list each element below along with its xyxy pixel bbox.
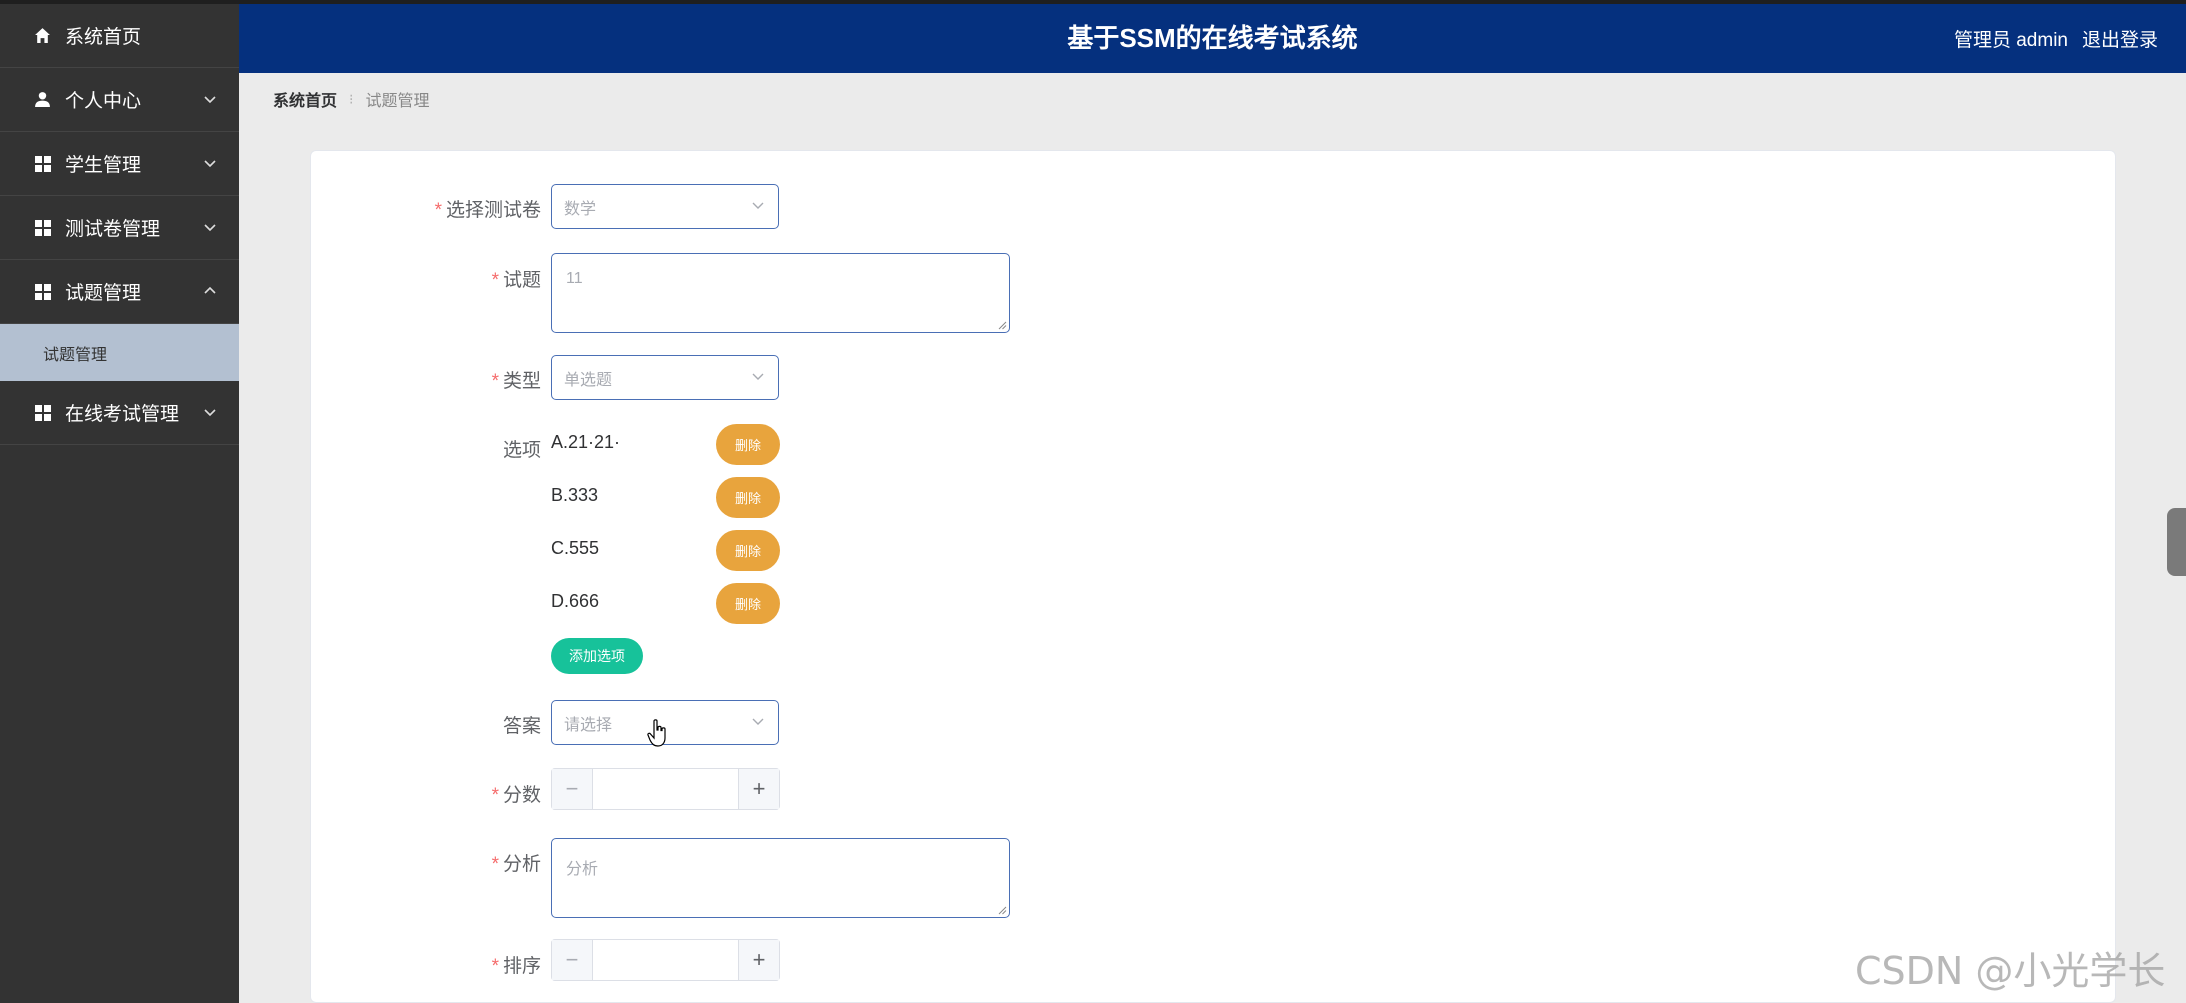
required-mark: * — [491, 785, 499, 806]
sidebar-item-students[interactable]: 学生管理 — [0, 132, 239, 196]
sidebar-item-online-exam[interactable]: 在线考试管理 — [0, 381, 239, 445]
required-mark: * — [434, 200, 442, 221]
app-title: 基于SSM的在线考试系统 — [1067, 23, 1358, 53]
required-mark: * — [491, 270, 499, 291]
sidebar: 系统首页 个人中心 学生管理 测试卷管理 试题管理 试题管理 在线考试管理 — [0, 4, 239, 1003]
sort-stepper: − + — [551, 939, 780, 981]
hand-cursor-icon — [647, 719, 666, 747]
chevron-down-icon — [752, 373, 764, 380]
option-item: A.21·21· — [551, 432, 621, 452]
sidebar-item-label: 在线考试管理 — [65, 404, 180, 425]
sidebar-subitem-label: 试题管理 — [43, 346, 108, 364]
question-value: 11 — [566, 270, 583, 287]
analysis-label: * 分析 — [491, 854, 541, 875]
sidebar-item-label: 学生管理 — [65, 155, 142, 176]
grid-icon — [33, 218, 52, 237]
sidebar-item-profile[interactable]: 个人中心 — [0, 68, 239, 132]
option-item: C.555 — [551, 538, 600, 558]
paper-label: * 选择测试卷 — [434, 200, 541, 221]
sidebar-item-label: 测试卷管理 — [65, 219, 161, 240]
grid-icon — [33, 403, 52, 422]
required-mark: * — [491, 854, 499, 875]
sidebar-item-label: 个人中心 — [65, 91, 142, 112]
delete-option-button[interactable]: 删除 — [716, 477, 780, 518]
logout-link[interactable]: 退出登录 — [2082, 25, 2158, 52]
paper-select[interactable]: 数学 — [551, 184, 779, 229]
sort-label: * 排序 — [491, 956, 541, 977]
question-textarea[interactable]: 11 — [551, 253, 1010, 333]
breadcrumb-home[interactable]: 系统首页 — [273, 87, 337, 111]
grid-icon — [33, 154, 52, 173]
sidebar-item-papers[interactable]: 测试卷管理 — [0, 196, 239, 260]
watermark: CSDN @小光学长 — [1855, 949, 2166, 993]
grid-icon — [33, 282, 52, 301]
analysis-textarea[interactable]: 分析 — [551, 838, 1010, 918]
type-label: * 类型 — [491, 371, 541, 392]
sidebar-item-label: 试题管理 — [65, 283, 142, 304]
question-label: * 试题 — [491, 270, 541, 291]
required-mark: * — [491, 956, 499, 977]
user-icon — [33, 90, 52, 109]
delete-option-button[interactable]: 删除 — [716, 583, 780, 624]
sidebar-item-label: 系统首页 — [65, 27, 142, 48]
answer-select-placeholder: 请选择 — [564, 716, 613, 734]
score-stepper: − + — [551, 768, 780, 810]
sidebar-item-home[interactable]: 系统首页 — [0, 4, 239, 68]
type-select[interactable]: 单选题 — [551, 355, 779, 400]
chevron-down-icon — [204, 159, 216, 167]
user-label: 管理员 admin — [1953, 30, 2068, 51]
breadcrumb-current: 试题管理 — [365, 93, 430, 110]
type-select-value: 单选题 — [564, 371, 613, 389]
score-decrease-button[interactable]: − — [552, 769, 593, 809]
home-icon — [33, 26, 52, 45]
sort-decrease-button[interactable]: − — [552, 940, 593, 980]
answer-label: 答案 — [502, 716, 541, 737]
chevron-down-icon — [204, 95, 216, 103]
sort-input[interactable] — [593, 940, 738, 980]
paper-select-value: 数学 — [564, 200, 597, 218]
option-item: D.666 — [551, 591, 600, 611]
options-label: 选项 — [502, 440, 541, 461]
score-input[interactable] — [593, 769, 738, 809]
breadcrumb-separator-icon: ⁝ — [349, 90, 354, 107]
top-header: 基于SSM的在线考试系统 管理员 admin 退出登录 — [239, 4, 2186, 73]
chevron-up-icon — [204, 286, 216, 294]
side-collapse-tab[interactable] — [2167, 508, 2186, 576]
chevron-down-icon — [752, 202, 764, 209]
user-area: 管理员 admin 退出登录 — [1954, 4, 2158, 73]
required-mark: * — [491, 371, 499, 392]
sidebar-subitem-questions[interactable]: 试题管理 — [0, 324, 239, 381]
resize-grip-icon[interactable] — [997, 320, 1007, 330]
add-option-button[interactable]: 添加选项 — [551, 638, 643, 674]
sidebar-item-questions[interactable]: 试题管理 — [0, 260, 239, 324]
delete-option-button[interactable]: 删除 — [716, 530, 780, 571]
analysis-placeholder: 分析 — [566, 861, 599, 878]
score-label: * 分数 — [491, 785, 541, 806]
chevron-down-icon — [204, 408, 216, 416]
resize-grip-icon[interactable] — [997, 905, 1007, 915]
breadcrumb: 系统首页 ⁝ 试题管理 — [273, 87, 430, 111]
chevron-down-icon — [204, 223, 216, 231]
delete-option-button[interactable]: 删除 — [716, 424, 780, 465]
score-increase-button[interactable]: + — [738, 769, 779, 809]
option-item: B.333 — [551, 485, 599, 505]
chevron-down-icon — [752, 718, 764, 725]
sort-increase-button[interactable]: + — [738, 940, 779, 980]
